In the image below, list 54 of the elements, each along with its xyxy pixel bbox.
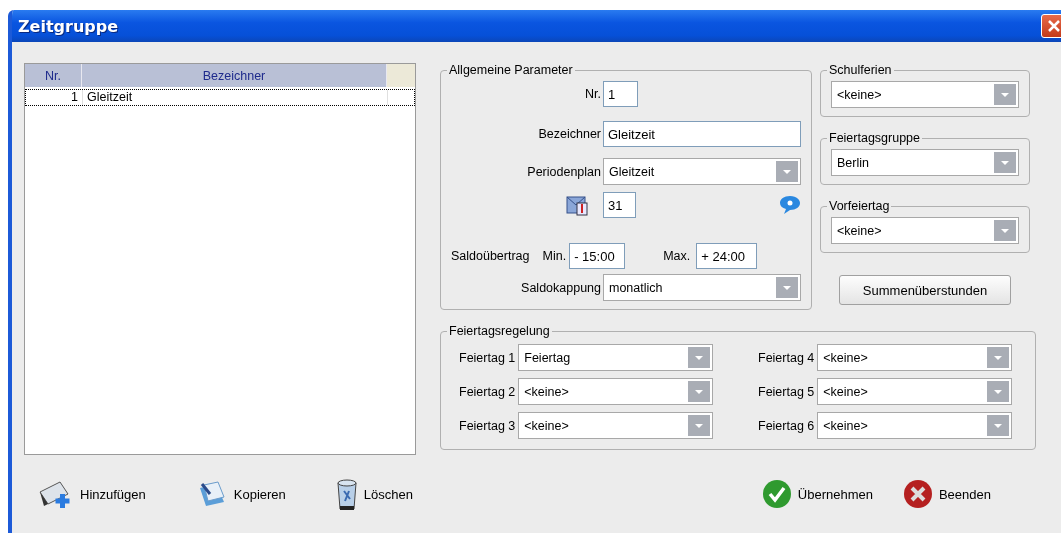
toolbar-button[interactable]: Löschen bbox=[335, 477, 413, 511]
table-cell: 1 bbox=[26, 90, 83, 105]
list-row[interactable]: 1 Gleitzeit bbox=[25, 89, 415, 106]
calendar-envelope-icon bbox=[565, 193, 591, 217]
dropdown-field[interactable]: <keine> bbox=[518, 412, 714, 439]
header-filler bbox=[387, 64, 415, 87]
field-label: Feiertag 2 bbox=[459, 384, 516, 399]
toolbar-button[interactable]: Hinzufügen bbox=[38, 477, 146, 511]
group-title: Vorfeiertag bbox=[828, 199, 891, 213]
help-bubble-icon[interactable] bbox=[779, 195, 801, 215]
dropdown-field[interactable]: <keine> bbox=[817, 344, 1013, 371]
group-title: Schulferien bbox=[828, 63, 893, 77]
dropdown-field[interactable]: Gleitzeit bbox=[603, 158, 801, 185]
window-title: Zeitgruppe bbox=[18, 16, 119, 36]
close-icon bbox=[902, 479, 933, 509]
dropdown-field[interactable]: <keine> bbox=[817, 378, 1013, 405]
group-title: Allgemeine Parameter bbox=[448, 63, 574, 77]
field-label: Periodenplan bbox=[526, 164, 601, 179]
field-label: Feiertag 3 bbox=[459, 418, 516, 433]
field-label: Feiertag 1 bbox=[459, 350, 516, 365]
group-title: Feiertagsregelung bbox=[448, 324, 551, 338]
column-header[interactable]: Nr. bbox=[25, 64, 82, 87]
field-label: Nr. bbox=[584, 87, 601, 101]
field-label: Max. bbox=[663, 249, 691, 263]
dropdown-field[interactable]: <keine> bbox=[817, 412, 1013, 439]
toolbar-button[interactable]: Kopieren bbox=[195, 477, 286, 511]
text-field[interactable]: Gleitzeit bbox=[603, 121, 801, 147]
dropdown-field[interactable]: <keine> bbox=[518, 378, 714, 405]
close-button[interactable] bbox=[1041, 14, 1061, 38]
overtime-button[interactable]: Summenüberstunden bbox=[839, 275, 1011, 305]
field-label: Feiertag 5 bbox=[758, 384, 815, 399]
close-icon bbox=[1047, 19, 1061, 33]
dropdown-field[interactable]: <keine> bbox=[831, 217, 1019, 244]
field-label: Feiertag 4 bbox=[758, 350, 815, 365]
action-button[interactable]: Beenden bbox=[902, 479, 991, 509]
trash-icon bbox=[335, 477, 358, 511]
column-header[interactable]: Bezeichner bbox=[82, 64, 387, 87]
table-cell: Gleitzeit bbox=[83, 90, 388, 105]
field-label: Feiertag 6 bbox=[758, 418, 815, 433]
dropdown-field[interactable]: Berlin bbox=[831, 149, 1019, 176]
field-label: Saldoübertrag bbox=[451, 249, 530, 263]
action-button[interactable]: Übernehmen bbox=[761, 479, 873, 509]
group-title: Feiertagsgruppe bbox=[828, 131, 922, 145]
checkmark-icon bbox=[761, 479, 792, 509]
dropdown-field[interactable]: <keine> bbox=[831, 81, 1019, 108]
field-label: Bezeichner bbox=[537, 127, 601, 141]
number-field[interactable]: 1 bbox=[603, 81, 638, 107]
field-label: Saldokappung bbox=[520, 280, 601, 295]
dropdown-field[interactable]: monatlich bbox=[603, 274, 801, 301]
field-label: Min. bbox=[542, 249, 567, 263]
number-field[interactable]: 31 bbox=[603, 192, 636, 218]
time-field[interactable]: + 24:00 bbox=[696, 243, 758, 269]
time-field[interactable]: - 15:00 bbox=[569, 243, 626, 269]
dropdown-field[interactable]: Feiertag bbox=[518, 344, 714, 371]
